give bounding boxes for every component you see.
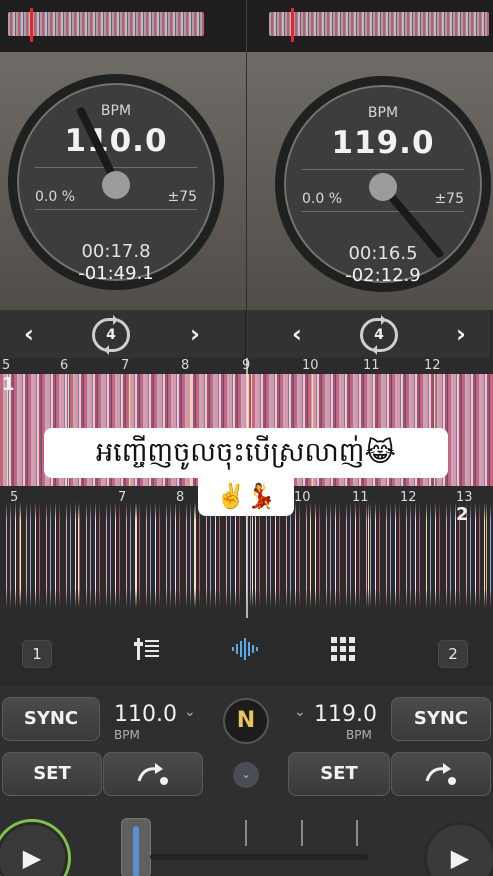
chevron-down-icon[interactable]: ⌄ (294, 704, 306, 720)
deck-tag-2: 2 (456, 504, 469, 525)
mode-toolbar: 1 2 (0, 622, 493, 686)
set-cue-button-left[interactable]: SET (2, 752, 102, 796)
platter-right[interactable]: BPM 119.0 0.0 % ±75 00:16.5 -02:12.9 (275, 76, 491, 292)
chevron-down-icon[interactable]: ⌄ (184, 704, 196, 720)
overview-playhead-right[interactable] (291, 8, 294, 42)
crossfader-tick (245, 820, 247, 846)
caption-line-2: ✌️💃 (198, 476, 294, 516)
beat-number: 7 (121, 358, 130, 373)
beat-number: 6 (60, 358, 69, 373)
mixer-icon[interactable] (131, 636, 165, 670)
loop-icon[interactable]: 4 (360, 315, 398, 355)
beat-number: 8 (181, 358, 190, 373)
deck-right: BPM 119.0 0.0 % ±75 00:16.5 -02:12.9 (247, 52, 493, 310)
bpm-unit-right: BPM (346, 728, 372, 742)
curved-arrow-icon (425, 763, 456, 785)
chevron-left-icon[interactable]: ‹ (282, 320, 312, 348)
play-button-left[interactable]: ▶ (0, 822, 68, 876)
curved-arrow-icon (137, 763, 168, 785)
deck-2-button[interactable]: 2 (438, 640, 468, 668)
volume-fader-track[interactable] (133, 826, 139, 876)
beat-number: 10 (302, 358, 319, 373)
expand-chevron-icon[interactable]: ⌄ (233, 762, 259, 788)
pads-grid-icon[interactable] (326, 636, 360, 670)
pitch-value: 0.0 % (35, 189, 76, 205)
beat-number: 5 (2, 358, 11, 373)
loop-nav-right: ‹ 4 › (246, 310, 492, 358)
overview-right[interactable] (247, 0, 493, 52)
time-elapsed: 00:17.8 (81, 241, 151, 262)
bpm-readout-right[interactable]: 119.0 (314, 702, 377, 727)
track-overview-bar (0, 0, 493, 52)
deck-1-button[interactable]: 1 (22, 640, 52, 668)
overview-waveform-right (269, 12, 489, 36)
pads-grid-glyph (331, 637, 355, 661)
divider (302, 211, 464, 212)
bpm-label: BPM (100, 103, 132, 119)
cue-jump-button-left[interactable] (103, 752, 203, 796)
deck-left: BPM 110.0 0.0 % ±75 00:17.8 -01:49.1 (0, 52, 246, 310)
platter-left[interactable]: BPM 110.0 0.0 % ±75 00:17.8 -01:49.1 (8, 74, 224, 290)
loop-nav-left: ‹ 4 › (0, 310, 246, 358)
pitch-range[interactable]: ±75 (167, 189, 197, 205)
set-cue-button-right[interactable]: SET (288, 752, 390, 796)
caption-line-1: អញ្ចើញចូលចុះបើស្រលាញ់😹 (44, 428, 448, 478)
waveform-icon-glyph (232, 638, 258, 660)
loop-nav-row: ‹ 4 › ‹ 4 › (0, 310, 493, 358)
bpm-value: 110.0 (64, 123, 168, 159)
beat-number: 11 (363, 358, 380, 373)
play-button-right[interactable]: ▶ (424, 822, 493, 876)
crossfader-tick (301, 820, 303, 846)
time-remaining: -01:49.1 (78, 263, 154, 284)
platter-center (102, 171, 130, 199)
sync-button-right[interactable]: SYNC (391, 697, 491, 741)
overview-left[interactable] (0, 0, 246, 52)
divider (35, 209, 197, 210)
bpm-unit-left: BPM (114, 728, 140, 742)
deck-panels: BPM 110.0 0.0 % ±75 00:17.8 -01:49.1 BPM… (0, 52, 493, 310)
cue-jump-button-right[interactable] (391, 752, 491, 796)
chevron-right-icon[interactable]: › (446, 320, 476, 348)
deck-controls: SYNC 110.0 ⌄ BPM N ⌄ 119.0 BPM SYNC SET … (0, 686, 493, 876)
app-logo-button[interactable]: N (223, 698, 269, 744)
crossfader-track[interactable] (150, 854, 368, 860)
deck-tag-1: 1 (2, 374, 15, 395)
platter-center (369, 173, 397, 201)
waveform-icon[interactable] (229, 636, 263, 670)
overview-waveform-left (8, 12, 204, 36)
bpm-readout-left[interactable]: 110.0 (114, 702, 177, 727)
chevron-right-icon[interactable]: › (180, 320, 210, 348)
time-elapsed: 00:16.5 (348, 243, 418, 264)
loop-icon[interactable]: 4 (92, 315, 130, 355)
chevron-left-icon[interactable]: ‹ (14, 320, 44, 348)
divider (35, 167, 197, 168)
crossfader-tick (356, 820, 358, 846)
pitch-range[interactable]: ±75 (434, 191, 464, 207)
overview-playhead-left[interactable] (30, 8, 33, 42)
bpm-value: 119.0 (331, 125, 435, 161)
mixer-icon-glyph (134, 638, 159, 660)
sync-button-left[interactable]: SYNC (2, 697, 100, 741)
pitch-value: 0.0 % (302, 191, 343, 207)
time-remaining: -02:12.9 (345, 265, 421, 286)
beat-number: 12 (424, 358, 441, 373)
bpm-label: BPM (367, 105, 399, 121)
divider (302, 169, 464, 170)
